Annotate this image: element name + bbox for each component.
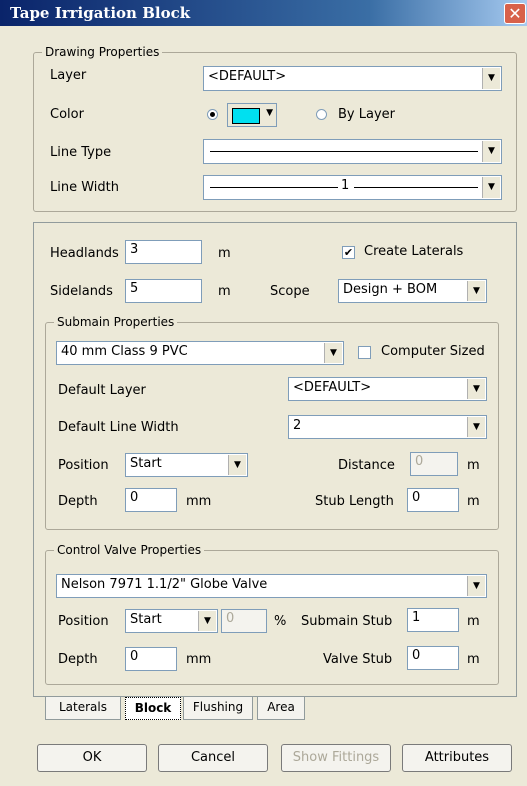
close-icon[interactable]: ✕ [504, 3, 526, 24]
valve-depth-input[interactable]: 0 [125, 647, 177, 671]
submain-properties-label: Submain Properties [54, 315, 178, 329]
valve-stub-label: Valve Stub [323, 652, 393, 667]
tab-flushing[interactable]: Flushing [183, 697, 253, 720]
title-bar[interactable]: Tape Irrigation Block ✕ [0, 0, 527, 26]
submain-stub-unit: m [467, 614, 480, 629]
chevron-down-icon[interactable]: ▼ [482, 68, 500, 89]
scope-value: Design + BOM [343, 282, 438, 297]
submain-position-label: Position [58, 458, 109, 473]
valve-value: Nelson 7971 1.1/2" Globe Valve [61, 577, 268, 592]
layer-value: <DEFAULT> [208, 69, 287, 84]
default-linewidth-select[interactable]: 2 ▼ [288, 415, 487, 439]
chevron-down-icon[interactable]: ▼ [482, 141, 500, 162]
linewidth-value: 1 [341, 178, 350, 193]
submain-depth-unit: mm [186, 494, 212, 509]
cancel-button[interactable]: Cancel [158, 744, 268, 772]
tab-area[interactable]: Area [257, 697, 305, 720]
valve-position-label: Position [58, 614, 109, 629]
linetype-solid-preview [210, 151, 478, 152]
linetype-label: Line Type [50, 145, 112, 160]
valve-position-select[interactable]: Start ▼ [125, 609, 218, 633]
stub-length-input[interactable]: 0 [407, 488, 459, 512]
submain-depth-input[interactable]: 0 [125, 488, 177, 512]
by-layer-label: By Layer [338, 107, 395, 122]
chevron-down-icon[interactable]: ▼ [198, 611, 216, 631]
valve-stub-unit: m [467, 652, 480, 667]
submain-pipe-value: 40 mm Class 9 PVC [61, 344, 188, 359]
sidelands-unit: m [218, 284, 231, 299]
tab-block[interactable]: Block [125, 697, 181, 720]
chevron-down-icon: ▼ [266, 108, 273, 118]
color-by-layer-radio[interactable] [316, 109, 327, 120]
chevron-down-icon[interactable]: ▼ [324, 343, 342, 363]
layer-label: Layer [50, 68, 87, 83]
default-layer-select[interactable]: <DEFAULT> ▼ [288, 377, 487, 401]
computer-sized-label: Computer Sized [381, 344, 485, 359]
valve-position-value: Start [130, 612, 162, 627]
headlands-label: Headlands [50, 246, 119, 261]
attributes-button[interactable]: Attributes [402, 744, 512, 772]
linetype-select[interactable]: ▼ [203, 139, 502, 164]
default-layer-value: <DEFAULT> [293, 380, 372, 395]
linewidth-label: Line Width [50, 180, 119, 195]
stub-length-unit: m [467, 494, 480, 509]
linewidth-preview-right [354, 187, 478, 188]
chevron-down-icon[interactable]: ▼ [467, 417, 485, 437]
stub-length-label: Stub Length [315, 494, 394, 509]
valve-select[interactable]: Nelson 7971 1.1/2" Globe Valve ▼ [56, 574, 487, 598]
submain-stub-input[interactable]: 1 [407, 608, 459, 632]
percent-unit: % [274, 614, 287, 629]
create-laterals-label: Create Laterals [364, 244, 464, 259]
color-picker-button[interactable]: ▼ [227, 103, 277, 127]
layer-select[interactable]: <DEFAULT> ▼ [203, 66, 502, 91]
default-linewidth-label: Default Line Width [58, 420, 179, 435]
linewidth-preview-left [210, 187, 338, 188]
valve-stub-input[interactable]: 0 [407, 646, 459, 670]
computer-sized-checkbox[interactable] [358, 346, 371, 359]
color-label: Color [50, 107, 84, 122]
submain-position-value: Start [130, 456, 162, 471]
valve-depth-label: Depth [58, 652, 98, 667]
submain-depth-label: Depth [58, 494, 98, 509]
chevron-down-icon[interactable]: ▼ [482, 177, 500, 198]
distance-input: 0 [410, 452, 458, 476]
headlands-input[interactable]: 3 [125, 240, 202, 264]
drawing-properties-label: Drawing Properties [42, 45, 163, 59]
distance-unit: m [467, 458, 480, 473]
chevron-down-icon[interactable]: ▼ [467, 379, 485, 399]
valve-properties-label: Control Valve Properties [54, 543, 205, 557]
distance-label: Distance [338, 458, 395, 473]
chevron-down-icon[interactable]: ▼ [467, 576, 485, 596]
submain-stub-label: Submain Stub [301, 614, 393, 629]
scope-select[interactable]: Design + BOM ▼ [338, 279, 487, 303]
sidelands-label: Sidelands [50, 284, 113, 299]
color-swatch [232, 108, 260, 124]
default-linewidth-value: 2 [293, 418, 302, 433]
valve-percent-input: 0 [221, 609, 267, 633]
chevron-down-icon[interactable]: ▼ [467, 281, 485, 301]
window-title: Tape Irrigation Block [10, 4, 191, 22]
create-laterals-checkbox[interactable]: ✔ [342, 246, 355, 259]
linewidth-select[interactable]: 1 ▼ [203, 175, 502, 200]
chevron-down-icon[interactable]: ▼ [228, 455, 246, 475]
ok-button[interactable]: OK [37, 744, 147, 772]
headlands-unit: m [218, 246, 231, 261]
valve-depth-unit: mm [186, 652, 212, 667]
show-fittings-button: Show Fittings [281, 744, 391, 772]
default-layer-label: Default Layer [58, 383, 146, 398]
tab-laterals[interactable]: Laterals [45, 697, 121, 720]
submain-pipe-select[interactable]: 40 mm Class 9 PVC ▼ [56, 341, 344, 365]
sidelands-input[interactable]: 5 [125, 279, 202, 303]
color-custom-radio[interactable] [207, 109, 218, 120]
dialog-window: Tape Irrigation Block ✕ Drawing Properti… [0, 0, 527, 786]
submain-position-select[interactable]: Start ▼ [125, 453, 248, 477]
scope-label: Scope [270, 284, 310, 299]
